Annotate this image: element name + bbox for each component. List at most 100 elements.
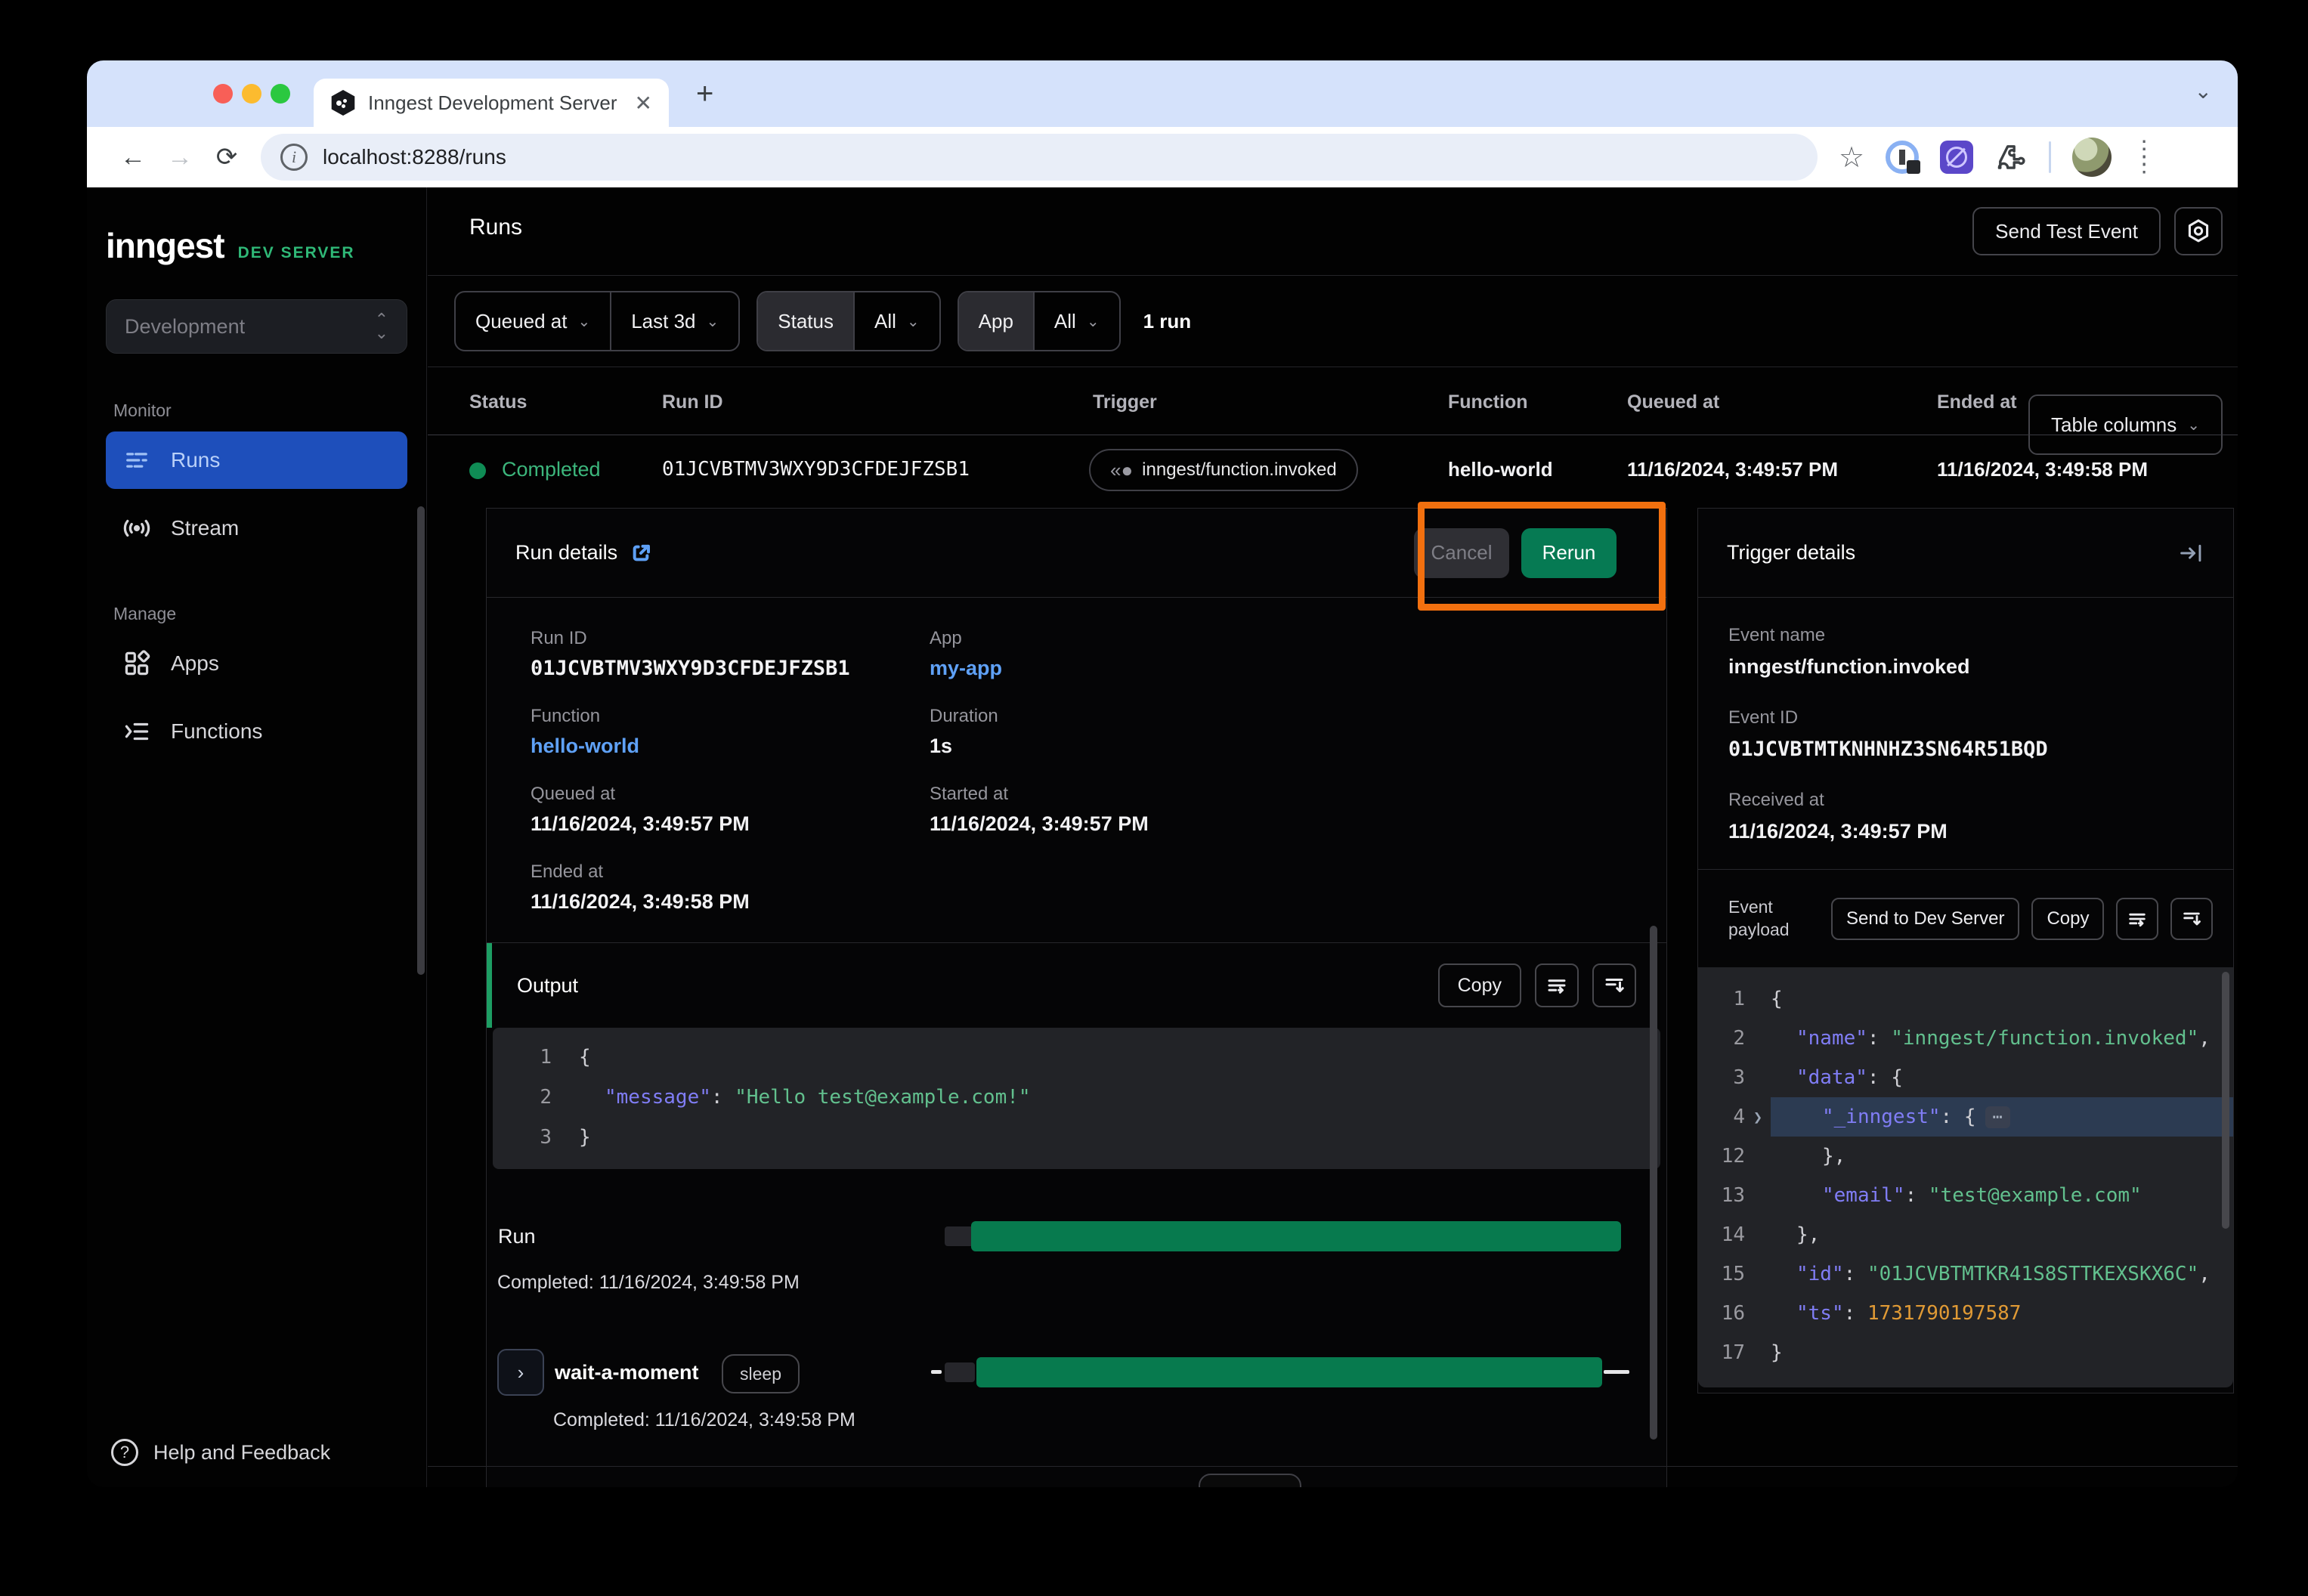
window-zoom-button[interactable]: [271, 84, 290, 104]
address-bar[interactable]: i localhost:8288/runs: [261, 134, 1818, 181]
time-field-dropdown[interactable]: Queued at⌄: [456, 292, 610, 350]
code-line: 2"name": "inngest/function.invoked",: [1698, 1019, 2233, 1058]
extensions-puzzle-icon[interactable]: [1994, 141, 2028, 174]
step-kind-label: sleep: [740, 1364, 781, 1384]
timeline-run-stub: [945, 1226, 973, 1246]
timeline-tick: [931, 1370, 942, 1374]
time-range-label: Last 3d: [631, 310, 695, 333]
tab-close-icon[interactable]: ✕: [635, 91, 652, 116]
unfold-lines-icon: [2181, 908, 2202, 929]
bookmark-star-icon[interactable]: ☆: [1839, 141, 1864, 175]
function-link[interactable]: hello-world: [531, 735, 930, 758]
new-tab-button[interactable]: +: [696, 77, 713, 111]
tab-search-chevron-icon[interactable]: ⌄: [2195, 79, 2212, 104]
wrap-text-icon: [1545, 974, 1568, 997]
rerun-button[interactable]: Rerun: [1521, 528, 1617, 578]
back-icon[interactable]: ←: [110, 143, 156, 172]
column-status: Status: [469, 391, 527, 413]
field-label: Event name: [1728, 625, 2203, 646]
copy-label: Copy: [1458, 975, 1502, 997]
code-line: 16"ts": 1731790197587: [1698, 1294, 2233, 1333]
run-details-panel: Run details Cancel Rerun Run ID 01JCVBTMV…: [486, 508, 1667, 1487]
sidebar-item-stream[interactable]: Stream: [106, 500, 407, 557]
queued-at-value: 11/16/2024, 3:49:57 PM: [531, 812, 930, 836]
toolbar-separator: [2049, 141, 2051, 173]
sidebar: inngest DEV SERVER Development ⌃⌄ Monito…: [87, 187, 427, 1487]
status-dot-completed: [469, 462, 486, 479]
row-status: Completed: [502, 458, 601, 481]
collapsed-chevron-icon[interactable]: ❯: [1745, 1108, 1771, 1126]
window-close-button[interactable]: [213, 84, 233, 104]
external-link-icon[interactable]: [630, 542, 652, 564]
expand-lines-button[interactable]: [1592, 963, 1636, 1007]
code-line: 14},: [1698, 1215, 2233, 1254]
sidebar-item-functions[interactable]: Functions: [106, 703, 407, 760]
payload-wrap-text-button[interactable]: [2116, 898, 2158, 940]
column-function: Function: [1448, 391, 1528, 413]
timeline-step-bar[interactable]: [976, 1357, 1602, 1387]
expand-step-button[interactable]: ›: [497, 1349, 544, 1396]
status-value: All: [874, 310, 896, 333]
forward-icon[interactable]: →: [156, 143, 203, 172]
sidebar-item-apps[interactable]: Apps: [106, 635, 407, 692]
rerun-label: Rerun: [1542, 541, 1596, 564]
timeline-run-label: Run: [498, 1225, 536, 1248]
status-filter-dropdown[interactable]: All⌄: [853, 292, 939, 350]
environment-selector[interactable]: Development ⌃⌄: [106, 299, 407, 354]
time-range-dropdown[interactable]: Last 3d⌄: [610, 292, 738, 350]
payload-expand-lines-button[interactable]: [2170, 898, 2213, 940]
field-label: App: [930, 628, 1666, 649]
step-name: wait-a-moment: [555, 1361, 699, 1384]
chevron-down-icon: ⌄: [1087, 312, 1100, 331]
scrollbar-thumb[interactable]: [417, 506, 425, 975]
trigger-details-header: Trigger details: [1698, 509, 2233, 598]
event-payload-header: Event payload Send to Dev Server Copy: [1698, 869, 2233, 967]
help-and-feedback[interactable]: ? Help and Feedback: [111, 1439, 330, 1466]
payload-copy-button[interactable]: Copy: [2031, 898, 2104, 940]
send-to-dev-server-button[interactable]: Send to Dev Server: [1831, 898, 2019, 940]
site-info-icon[interactable]: i: [280, 144, 308, 171]
app-link[interactable]: my-app: [930, 657, 1666, 680]
run-id-value: 01JCVBTMV3WXY9D3CFDEJFZSB1: [531, 657, 930, 680]
window-minimize-button[interactable]: [242, 84, 261, 104]
timeline-run-bar[interactable]: [971, 1221, 1621, 1251]
sidebar-section-manage: Manage: [106, 604, 407, 624]
settings-button[interactable]: [2174, 207, 2223, 255]
wrap-text-button[interactable]: [1535, 963, 1579, 1007]
run-count: 1 run: [1143, 310, 1192, 333]
reload-icon[interactable]: ⟳: [203, 142, 250, 172]
chevron-down-icon: ⌄: [577, 312, 590, 331]
step-kind-badge: sleep: [722, 1354, 800, 1393]
code-line: 1{: [493, 1037, 1660, 1077]
trigger-badge[interactable]: «● inngest/function.invoked: [1089, 449, 1358, 491]
purple-extension-icon[interactable]: [1940, 141, 1973, 174]
output-section: Output Copy 1{2"message": "Hello test@ex…: [487, 942, 1666, 1169]
url-text: localhost:8288/runs: [323, 145, 506, 169]
field-label: Run ID: [531, 628, 930, 649]
send-test-event-button[interactable]: Send Test Event: [1972, 207, 2161, 255]
table-row[interactable]: Completed 01JCVBTMV3WXY9D3CFDEJFZSB1 «● …: [428, 435, 2238, 504]
browser-tab[interactable]: Inngest Development Server ✕: [314, 79, 669, 127]
column-trigger: Trigger: [1093, 391, 1157, 413]
time-filter-group: Queued at⌄ Last 3d⌄: [454, 291, 740, 351]
scrollbar-thumb[interactable]: [1650, 926, 1657, 1440]
collapse-panel-icon[interactable]: [2179, 540, 2204, 566]
sidebar-item-runs[interactable]: Runs: [106, 431, 407, 489]
runs-icon: [122, 446, 151, 475]
output-copy-button[interactable]: Copy: [1438, 963, 1521, 1007]
run-details-header: Run details Cancel Rerun: [487, 509, 1666, 598]
timeline-run-completed: Completed: 11/16/2024, 3:49:58 PM: [497, 1272, 800, 1294]
sidebar-item-label: Stream: [171, 516, 239, 540]
browser-menu-icon[interactable]: ⋮⋮⋮: [2133, 146, 2155, 169]
password-manager-extension-icon[interactable]: [1886, 141, 1919, 174]
load-more-button[interactable]: [1199, 1474, 1301, 1487]
ended-at-value: 11/16/2024, 3:49:58 PM: [531, 890, 930, 914]
timeline-step-completed: Completed: 11/16/2024, 3:49:58 PM: [553, 1409, 855, 1431]
app-filter-dropdown[interactable]: All⌄: [1033, 292, 1119, 350]
output-title: Output: [517, 974, 578, 998]
timeline-step-stub: [945, 1362, 975, 1382]
sidebar-item-label: Functions: [171, 719, 262, 744]
scrollbar-thumb[interactable]: [2222, 972, 2229, 1229]
avatar[interactable]: [2072, 138, 2112, 177]
cancel-button[interactable]: Cancel: [1414, 528, 1509, 578]
